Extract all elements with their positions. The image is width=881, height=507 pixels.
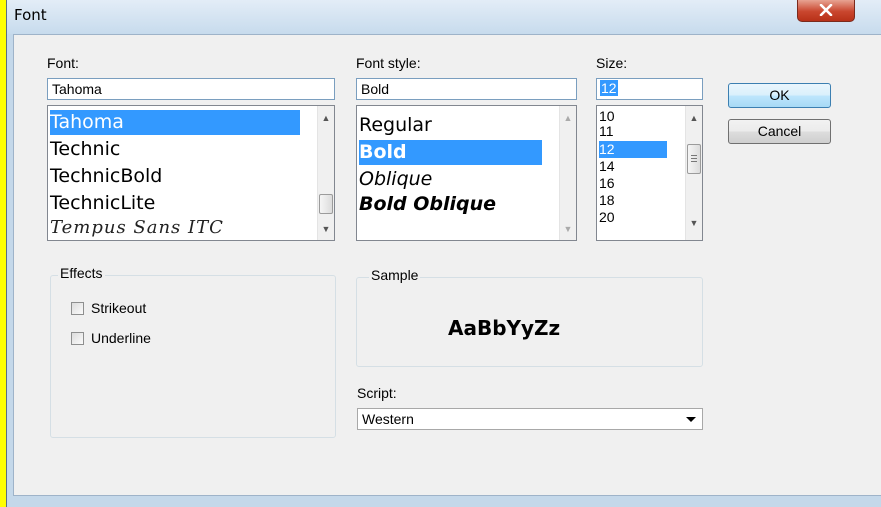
scroll-up-arrow-icon[interactable]: ▲ — [563, 113, 573, 123]
font-list-item-technicbold[interactable]: TechnicBold — [50, 164, 162, 189]
underline-label[interactable]: Underline — [91, 330, 151, 346]
dialog-body: Font: Font style: Size: 12 Tahoma Techni… — [13, 34, 881, 496]
sample-group-title: Sample — [369, 267, 421, 283]
ok-button[interactable]: OK — [728, 83, 831, 108]
size-list-item[interactable]: 11 — [599, 124, 614, 139]
font-list-scrollbar[interactable]: ▲ ▼ — [317, 106, 334, 240]
close-icon — [819, 4, 833, 16]
style-list-item-bold-oblique[interactable]: Bold Oblique — [359, 192, 496, 216]
scroll-down-arrow-icon[interactable]: ▼ — [689, 218, 699, 228]
size-listbox[interactable]: 10 11 12 14 16 18 20 ▲ ▼ — [596, 105, 703, 241]
window-title: Font — [14, 6, 47, 24]
font-name-input[interactable] — [47, 78, 335, 100]
font-list-item-tahoma[interactable]: Tahoma — [50, 110, 300, 135]
size-list-item[interactable]: 16 — [599, 176, 615, 191]
title-bar[interactable]: Font — [7, 0, 881, 34]
strikeout-checkbox[interactable] — [71, 302, 84, 315]
scroll-up-arrow-icon[interactable]: ▲ — [689, 113, 699, 123]
size-input-selected-text: 12 — [600, 80, 618, 96]
close-button[interactable] — [797, 0, 855, 22]
font-listbox[interactable]: Tahoma Technic TechnicBold TechnicLite T… — [47, 105, 335, 241]
font-dialog: Font Font: Font style: Size: 12 Tahoma T… — [6, 0, 881, 507]
effects-group-title: Effects — [58, 265, 105, 281]
style-list-item-bold[interactable]: Bold — [359, 140, 542, 165]
size-list-item[interactable]: 10 — [599, 109, 615, 124]
font-list-item-tempus-sans[interactable]: Tempus Sans ITC — [50, 216, 224, 240]
size-list-item[interactable]: 18 — [599, 193, 615, 208]
size-list-scrollbar[interactable]: ▲ ▼ — [685, 106, 702, 240]
font-list-item-technic[interactable]: Technic — [50, 137, 120, 162]
script-selected-value: Western — [362, 411, 414, 427]
scroll-up-arrow-icon[interactable]: ▲ — [321, 113, 331, 123]
size-list-item[interactable]: 14 — [599, 159, 615, 174]
size-input[interactable]: 12 — [596, 78, 703, 100]
underline-checkbox[interactable] — [71, 332, 84, 345]
font-style-input[interactable] — [356, 78, 577, 100]
font-list-item-techniclite[interactable]: TechnicLite — [50, 191, 155, 216]
style-list-scrollbar[interactable]: ▲ ▼ — [559, 106, 576, 240]
style-list-item-oblique[interactable]: Oblique — [359, 167, 432, 191]
strikeout-label[interactable]: Strikeout — [91, 300, 146, 316]
style-list-item-regular[interactable]: Regular — [359, 113, 432, 137]
scroll-down-arrow-icon[interactable]: ▼ — [563, 224, 573, 234]
cancel-button[interactable]: Cancel — [728, 119, 831, 144]
script-label: Script: — [357, 385, 397, 401]
script-select[interactable]: Western — [357, 408, 703, 430]
chevron-down-icon[interactable] — [686, 417, 696, 422]
font-style-listbox[interactable]: Regular Bold Oblique Bold Oblique ▲ ▼ — [356, 105, 577, 241]
scroll-thumb[interactable] — [687, 144, 701, 174]
size-list-item[interactable]: 20 — [599, 210, 615, 225]
font-style-label: Font style: — [356, 55, 421, 71]
sample-text: AaBbYyZz — [448, 316, 561, 340]
scroll-thumb[interactable] — [319, 194, 333, 214]
font-label: Font: — [47, 55, 79, 71]
size-label: Size: — [596, 55, 628, 71]
size-list-item-selected[interactable]: 12 — [599, 141, 667, 158]
scroll-down-arrow-icon[interactable]: ▼ — [321, 224, 331, 234]
